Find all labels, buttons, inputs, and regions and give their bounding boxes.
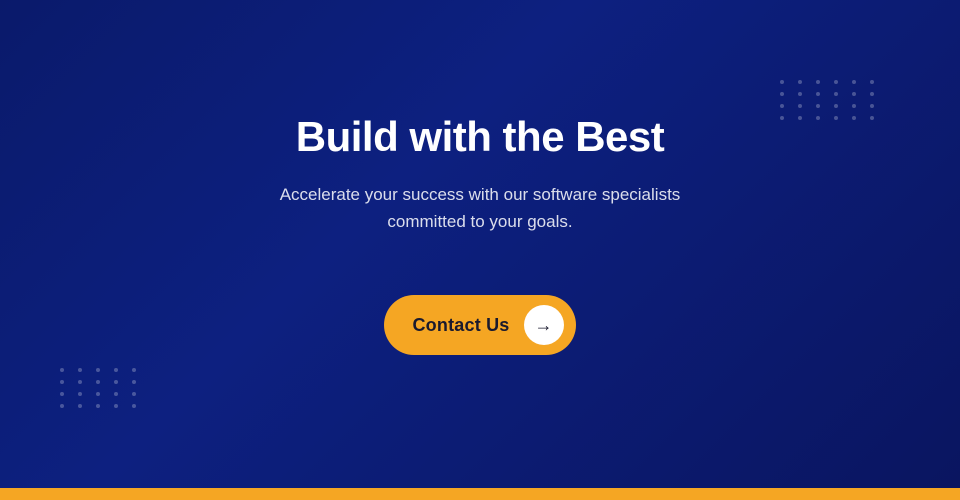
dot (114, 404, 118, 408)
page-wrapper: Build with the Best Accelerate your succ… (0, 0, 960, 500)
dot (96, 380, 100, 384)
dot (78, 392, 82, 396)
dots-bottom-left-pattern (60, 368, 142, 408)
dot (78, 380, 82, 384)
dots-top-right-pattern (780, 80, 880, 120)
dot (834, 104, 838, 108)
dot (798, 116, 802, 120)
dot (816, 92, 820, 96)
bottom-accent-bar (0, 488, 960, 500)
dot (798, 80, 802, 84)
dot (132, 404, 136, 408)
dot (132, 392, 136, 396)
dot (870, 80, 874, 84)
dot (780, 92, 784, 96)
dot (816, 116, 820, 120)
dot (60, 404, 64, 408)
dot (96, 404, 100, 408)
hero-subtitle: Accelerate your success with our softwar… (240, 181, 720, 235)
dot (852, 92, 856, 96)
dot (114, 392, 118, 396)
dot (114, 380, 118, 384)
dot (780, 104, 784, 108)
dot (816, 104, 820, 108)
dot (816, 80, 820, 84)
dot (96, 368, 100, 372)
dot (852, 104, 856, 108)
dot (60, 380, 64, 384)
cta-label: Contact Us (412, 315, 509, 336)
contact-us-button[interactable]: Contact Us → (384, 295, 575, 355)
dot (834, 116, 838, 120)
dot (870, 104, 874, 108)
dot (852, 116, 856, 120)
dot (834, 92, 838, 96)
dot (132, 368, 136, 372)
hero-section: Build with the Best Accelerate your succ… (0, 0, 960, 488)
dot (870, 116, 874, 120)
dot (60, 392, 64, 396)
dot (78, 404, 82, 408)
dot (870, 92, 874, 96)
dot (852, 80, 856, 84)
dot (834, 80, 838, 84)
arrow-icon: → (535, 316, 553, 334)
dot (798, 92, 802, 96)
dot (60, 368, 64, 372)
hero-title: Build with the Best (296, 113, 665, 161)
dot (780, 116, 784, 120)
dot (114, 368, 118, 372)
cta-arrow-circle: → (524, 305, 564, 345)
dot (780, 80, 784, 84)
dot (78, 368, 82, 372)
dot (798, 104, 802, 108)
dot (96, 392, 100, 396)
dot (132, 380, 136, 384)
